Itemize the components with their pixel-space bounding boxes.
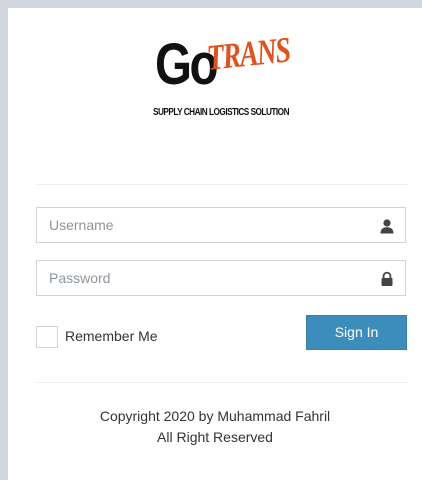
footer: Copyright 2020 by Muhammad Fahril All Ri… xyxy=(8,406,422,448)
logo: Go TRANS SUPPLY CHAIN LOGISTICS SOLUTION xyxy=(8,29,422,144)
remember-label: Remember Me xyxy=(65,328,158,344)
sign-in-button[interactable]: Sign In xyxy=(306,315,407,350)
username-field[interactable] xyxy=(36,207,406,243)
lock-icon xyxy=(381,271,393,286)
password-field[interactable] xyxy=(36,260,406,296)
logo-tagline: SUPPLY CHAIN LOGISTICS SOLUTION xyxy=(152,107,290,118)
rights-text: All Right Reserved xyxy=(157,429,273,445)
copyright-text: Copyright 2020 by Muhammad Fahril xyxy=(99,408,331,424)
remember-checkbox[interactable] xyxy=(36,326,58,348)
login-panel: Go TRANS SUPPLY CHAIN LOGISTICS SOLUTION… xyxy=(8,8,422,480)
divider-top xyxy=(36,184,408,185)
divider-bottom xyxy=(36,382,408,383)
user-icon xyxy=(380,219,394,234)
logo-mark: Go TRANS xyxy=(155,29,291,96)
password-input[interactable] xyxy=(37,261,367,295)
logo-trans-text: TRANS xyxy=(204,29,292,78)
username-input[interactable] xyxy=(37,208,367,242)
